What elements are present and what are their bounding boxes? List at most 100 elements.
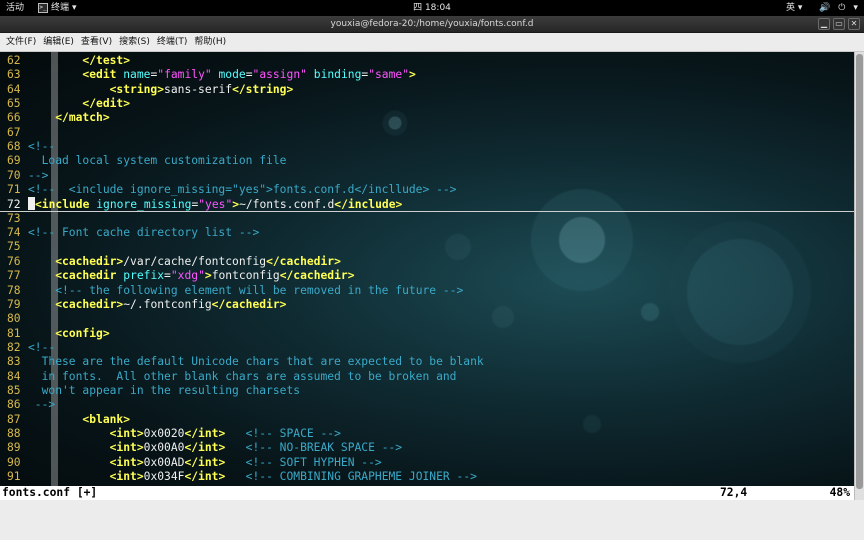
menu-file[interactable]: 文件(F): [6, 33, 36, 51]
line-number: 63: [7, 68, 21, 82]
code-token: <int>: [109, 441, 144, 455]
code-token: <cachedir: [55, 269, 124, 283]
code-token: <!-- NO-BREAK SPACE -->: [245, 441, 403, 455]
terminal-area[interactable]: 62 </test> 63 <edit name="family" mode="a…: [0, 52, 854, 486]
code-token: "xdg": [170, 269, 205, 283]
input-method-indicator[interactable]: 英 ▾: [786, 0, 802, 16]
menu-bar: 文件(F) 编辑(E) 查看(V) 搜索(S) 终端(T) 帮助(H): [0, 33, 864, 52]
code-token: </int>: [184, 469, 226, 483]
line-number: 90: [7, 455, 21, 469]
vim-buffer[interactable]: 62 </test> 63 <edit name="family" mode="a…: [0, 54, 854, 484]
code-token: </string>: [232, 82, 294, 96]
system-status-menu[interactable]: 🔊 ⏻ ▾: [819, 0, 858, 16]
code-token: <!-- Font cache directory list -->: [28, 226, 260, 240]
code-line: 64 <string>sans-serif</string>: [0, 83, 854, 97]
terminal-scrollbar[interactable]: [854, 52, 864, 500]
code-line: 77 <cachedir prefix="xdg">fontconfig</ca…: [0, 269, 854, 283]
maximize-button[interactable]: ▭: [833, 18, 845, 30]
code-token: <int>: [109, 455, 144, 469]
code-token: <!-- SOFT HYPHEN -->: [245, 455, 382, 469]
line-number: 66: [7, 111, 21, 125]
line-number: 80: [7, 312, 21, 326]
line-number: 89: [7, 441, 21, 455]
clock[interactable]: 四 18:04: [413, 3, 451, 13]
minimize-button[interactable]: ▁: [818, 18, 830, 30]
scrollbar-thumb[interactable]: [856, 54, 863, 490]
code-token: <config>: [55, 326, 110, 340]
menu-help[interactable]: 帮助(H): [194, 33, 226, 51]
line-number: 88: [7, 426, 21, 440]
code-token: "assign": [252, 68, 307, 82]
code-line: 70 -->: [0, 169, 854, 183]
top-bar: 活动 >_ 终端 ▾ 四 18:04 英 ▾ 🔊 ⏻ ▾: [0, 0, 864, 16]
status-scroll-percent: 48%: [829, 486, 850, 499]
code-token: >: [409, 68, 416, 82]
code-line: 68 <!--: [0, 140, 854, 154]
code-token: <cachedir>: [55, 297, 124, 311]
code-token: <string>: [109, 82, 165, 96]
line-number: 86: [7, 398, 21, 412]
line-number: 67: [7, 125, 21, 139]
code-token: <int>: [109, 426, 144, 440]
code-line: 63 <edit name="family" mode="assign" bin…: [0, 68, 854, 82]
code-line: 76 <cachedir>/var/cache/fontconfig</cach…: [0, 255, 854, 269]
menu-edit[interactable]: 编辑(E): [43, 33, 74, 51]
code-token: <include: [35, 198, 97, 212]
line-number: 84: [7, 369, 21, 383]
app-menu-label: 终端: [51, 3, 70, 13]
code-token: mode: [218, 68, 246, 82]
line-number: 78: [7, 283, 21, 297]
code-token: <int>: [109, 469, 144, 483]
code-token: prefix: [123, 269, 165, 283]
code-token: "family": [157, 68, 212, 82]
window-title: youxia@fedora-20:/home/youxia/fonts.conf…: [330, 19, 534, 29]
code-line: 75: [0, 240, 854, 254]
code-token: </edit>: [82, 97, 131, 111]
code-line: 82 <!--: [0, 341, 854, 355]
text-cursor: [28, 197, 35, 211]
code-token: 0x034F: [143, 469, 185, 483]
code-line: 91 <int>0x034F</int> <!-- COMBINING GRAP…: [0, 470, 854, 484]
line-number: 76: [7, 254, 21, 268]
line-number: 87: [7, 412, 21, 426]
line-number: 77: [7, 269, 21, 283]
code-line: 74 <!-- Font cache directory list -->: [0, 226, 854, 240]
code-line: 66 </match>: [0, 111, 854, 125]
line-number: 79: [7, 297, 21, 311]
window-title-bar[interactable]: youxia@fedora-20:/home/youxia/fonts.conf…: [0, 16, 864, 33]
code-token: "yes": [198, 198, 233, 212]
line-number: 73: [7, 211, 21, 225]
code-line: 73: [0, 212, 854, 226]
terminal-app-icon: >_: [38, 3, 48, 13]
code-token: </include>: [334, 198, 403, 212]
menu-terminal[interactable]: 终端(T): [157, 33, 188, 51]
code-token: ~/.fontconfig: [123, 297, 212, 311]
code-line: 69 Load local system customization file: [0, 154, 854, 168]
chevron-down-icon: ▾: [797, 3, 803, 13]
line-number: 68: [7, 140, 21, 154]
activities-button[interactable]: 活动: [6, 0, 24, 16]
menu-view[interactable]: 查看(V): [81, 33, 112, 51]
close-button[interactable]: ✕: [848, 18, 860, 30]
app-menu[interactable]: >_ 终端 ▾: [38, 0, 77, 16]
code-token: </cachedir>: [266, 254, 341, 268]
code-token: ~/fonts.conf.d: [239, 198, 335, 212]
code-token: <!-- COMBINING GRAPHEME JOINER -->: [245, 469, 477, 483]
menu-search[interactable]: 搜索(S): [119, 33, 150, 51]
code-line: 89 <int>0x00A0</int> <!-- NO-BREAK SPACE…: [0, 441, 854, 455]
code-token: >: [204, 269, 212, 283]
status-cursor-position: 72,4: [720, 486, 748, 499]
code-token: in fonts. All other blank chars are assu…: [28, 369, 457, 383]
line-number: 83: [7, 355, 21, 369]
